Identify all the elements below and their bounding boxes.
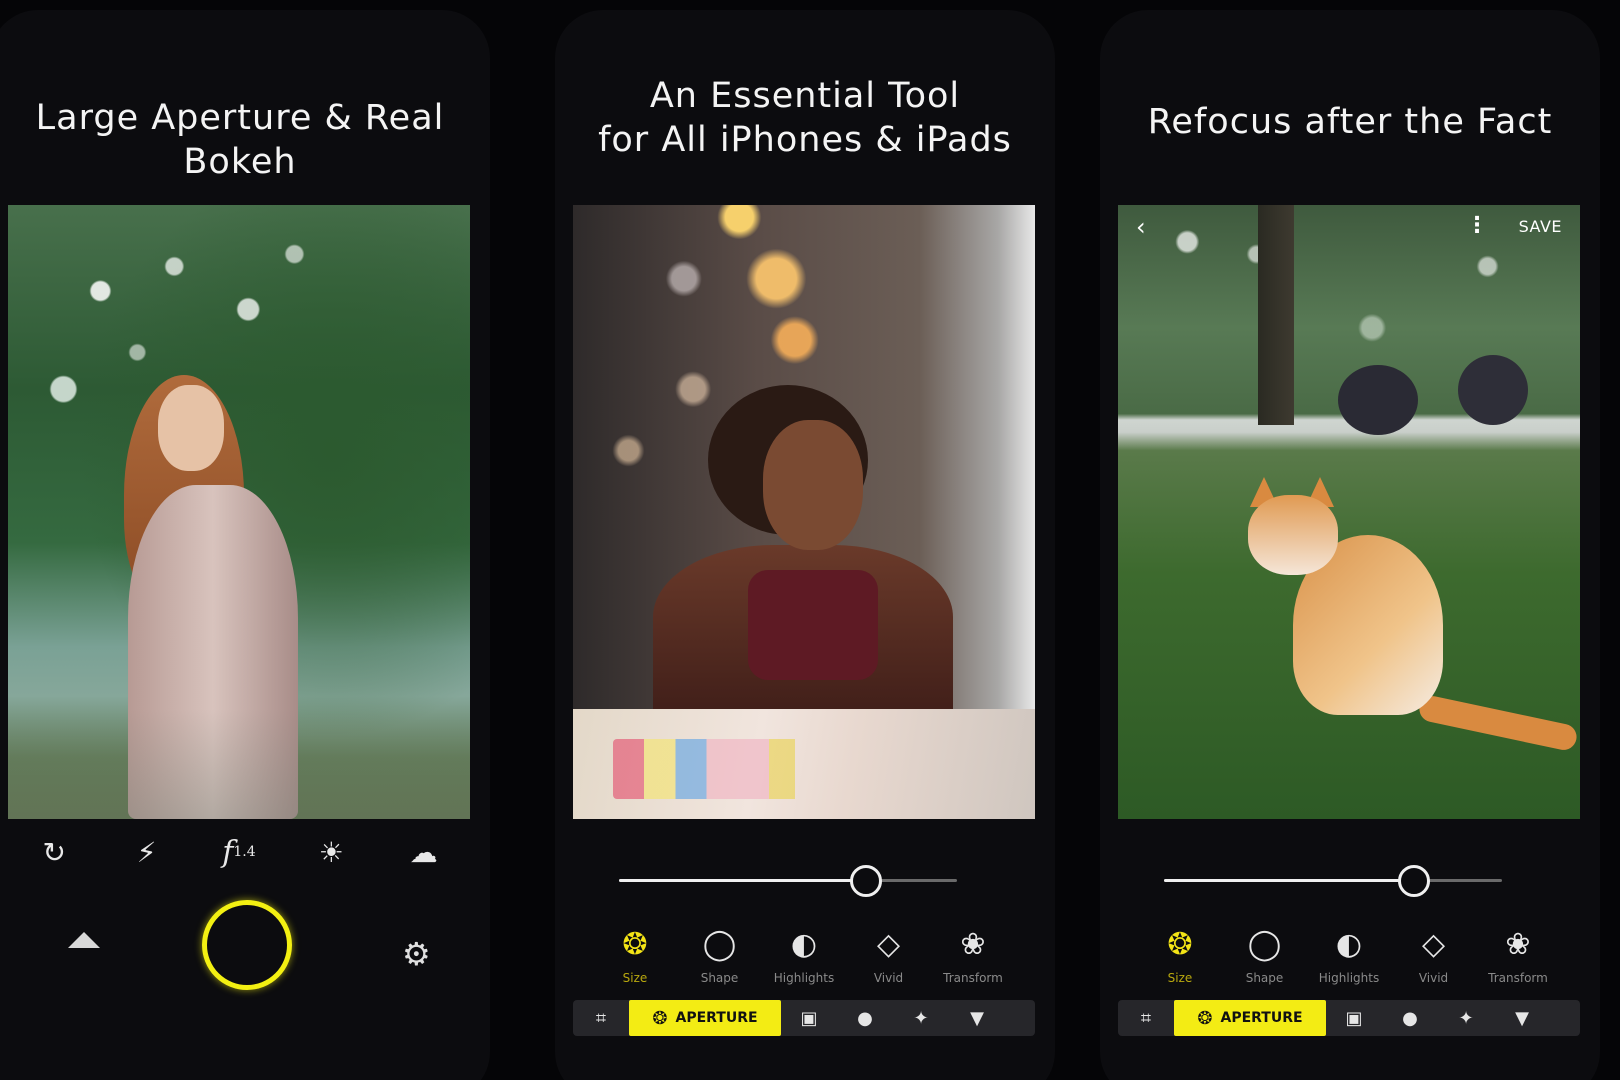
- photo-background-object: [1338, 365, 1418, 435]
- tool-label: Shape: [700, 971, 739, 985]
- headline: Large Aperture & Real Bokeh: [35, 98, 445, 182]
- tool-label: Vivid: [1418, 971, 1449, 985]
- screen-editor: An Essential Tool for All iPhones & iPad…: [555, 10, 1055, 1080]
- tool-label: Vivid: [873, 971, 904, 985]
- tool-label: Size: [1167, 971, 1193, 985]
- photo-subject-face: [763, 420, 863, 550]
- banner-icon[interactable]: ▼: [1494, 1000, 1550, 1036]
- slider-thumb[interactable]: [849, 865, 882, 897]
- back-icon[interactable]: ‹: [1136, 213, 1146, 241]
- tool-label: Transform: [1488, 971, 1548, 985]
- photo-drawing: [613, 739, 873, 799]
- crop-icon[interactable]: ⌗: [1118, 1000, 1174, 1036]
- tool-label: Shape: [1245, 971, 1284, 985]
- highlights-icon: ◐: [1335, 926, 1363, 962]
- photo-background-object: [1458, 355, 1528, 425]
- gear-icon[interactable]: ⚙: [402, 935, 431, 973]
- exposure-icon[interactable]: ☀: [309, 830, 353, 874]
- magic-wand-icon[interactable]: ✦: [1438, 1000, 1494, 1036]
- tool-highlights[interactable]: ◐ Highlights: [1307, 925, 1391, 986]
- banner-icon[interactable]: ▼: [949, 1000, 1005, 1036]
- bottom-bar: ⌗ ❂ APERTURE ▣ ● ✦ ▼: [573, 1000, 1035, 1036]
- viewfinder-photo: [8, 205, 470, 819]
- paint-bucket-icon: ◇: [876, 926, 901, 962]
- photo-topbar: ‹ ⋮ SAVE: [1118, 205, 1580, 249]
- bulb-icon[interactable]: ●: [837, 1000, 893, 1036]
- crop-icon[interactable]: ⌗: [573, 1000, 629, 1036]
- refocus-photo: ‹ ⋮ SAVE: [1118, 205, 1580, 819]
- tool-label: Highlights: [1318, 971, 1380, 985]
- tool-label: Transform: [943, 971, 1003, 985]
- tool-row: ❂ Size ◯ Shape ◐ Highlights ◇ Vivid ❀ Tr…: [573, 925, 1035, 986]
- bulb-icon[interactable]: ●: [1382, 1000, 1438, 1036]
- photo-path: [8, 709, 470, 819]
- fstop-prefix: f: [222, 834, 234, 870]
- save-button[interactable]: SAVE: [1519, 217, 1562, 236]
- film-icon[interactable]: ▣: [781, 1000, 837, 1036]
- aperture-icon: ❂: [1167, 926, 1193, 962]
- tool-size[interactable]: ❂ Size: [1138, 925, 1222, 986]
- up-arrow-icon[interactable]: [68, 932, 100, 948]
- tool-row: ❂ Size ◯ Shape ◐ Highlights ◇ Vivid ❀ Tr…: [1118, 925, 1580, 986]
- headline: An Essential Tool for All iPhones & iPad…: [598, 76, 1012, 160]
- aperture-icon: ❂: [1197, 1007, 1213, 1029]
- slider-fill: [619, 879, 866, 882]
- tool-label: Size: [622, 971, 648, 985]
- tool-label: Highlights: [773, 971, 835, 985]
- tool-highlights[interactable]: ◐ Highlights: [762, 925, 846, 986]
- shutter-button[interactable]: [202, 900, 292, 990]
- tool-vivid[interactable]: ◇ Vivid: [847, 925, 931, 986]
- tool-shape[interactable]: ◯ Shape: [678, 925, 762, 986]
- screen-camera: Large Aperture & Real Bokeh ↻ ⚡︎ f 1.4 ☀ …: [0, 10, 490, 1080]
- film-icon[interactable]: ▣: [1326, 1000, 1382, 1036]
- flower-icon: ❀: [960, 926, 986, 962]
- rotate-camera-icon[interactable]: ↻: [32, 830, 76, 874]
- blur-slider[interactable]: [619, 865, 957, 897]
- circle-icon: ◯: [702, 926, 737, 962]
- photo-subject-top: [748, 570, 878, 680]
- more-icon[interactable]: ⋮: [1466, 213, 1488, 238]
- photo-cat-head: [1248, 495, 1338, 575]
- slider-fill: [1164, 879, 1415, 882]
- headline: Refocus after the Fact: [1147, 102, 1553, 142]
- bottom-bar: ⌗ ❂ APERTURE ▣ ● ✦ ▼: [1118, 1000, 1580, 1036]
- camera-toolbar: ↻ ⚡︎ f 1.4 ☀ ☁: [8, 830, 470, 874]
- tab-aperture-label: APERTURE: [675, 1010, 758, 1026]
- photo-cat-tail: [1417, 693, 1579, 753]
- aperture-fstop-icon[interactable]: f 1.4: [217, 830, 261, 874]
- tab-aperture-label: APERTURE: [1220, 1010, 1303, 1026]
- tool-vivid[interactable]: ◇ Vivid: [1392, 925, 1476, 986]
- circle-icon: ◯: [1247, 926, 1282, 962]
- tool-size[interactable]: ❂ Size: [593, 925, 677, 986]
- fstop-value: 1.4: [233, 844, 256, 860]
- tool-transform[interactable]: ❀ Transform: [931, 925, 1015, 986]
- tab-aperture[interactable]: ❂ APERTURE: [629, 1000, 781, 1036]
- slider-thumb[interactable]: [1398, 865, 1431, 897]
- edit-photo: [573, 205, 1035, 819]
- cloud-icon[interactable]: ☁: [402, 830, 446, 874]
- flash-off-icon[interactable]: ⚡︎: [125, 830, 169, 874]
- aperture-icon: ❂: [652, 1007, 668, 1029]
- tab-aperture[interactable]: ❂ APERTURE: [1174, 1000, 1326, 1036]
- magic-wand-icon[interactable]: ✦: [893, 1000, 949, 1036]
- paint-bucket-icon: ◇: [1421, 926, 1446, 962]
- aperture-icon: ❂: [622, 926, 648, 962]
- screen-refocus: Refocus after the Fact ‹ ⋮ SAVE ❂ Size ◯…: [1100, 10, 1600, 1080]
- highlights-icon: ◐: [790, 926, 818, 962]
- photo-subject-face: [158, 385, 224, 471]
- flower-icon: ❀: [1505, 926, 1531, 962]
- blur-slider[interactable]: [1164, 865, 1502, 897]
- tool-transform[interactable]: ❀ Transform: [1476, 925, 1560, 986]
- tool-shape[interactable]: ◯ Shape: [1223, 925, 1307, 986]
